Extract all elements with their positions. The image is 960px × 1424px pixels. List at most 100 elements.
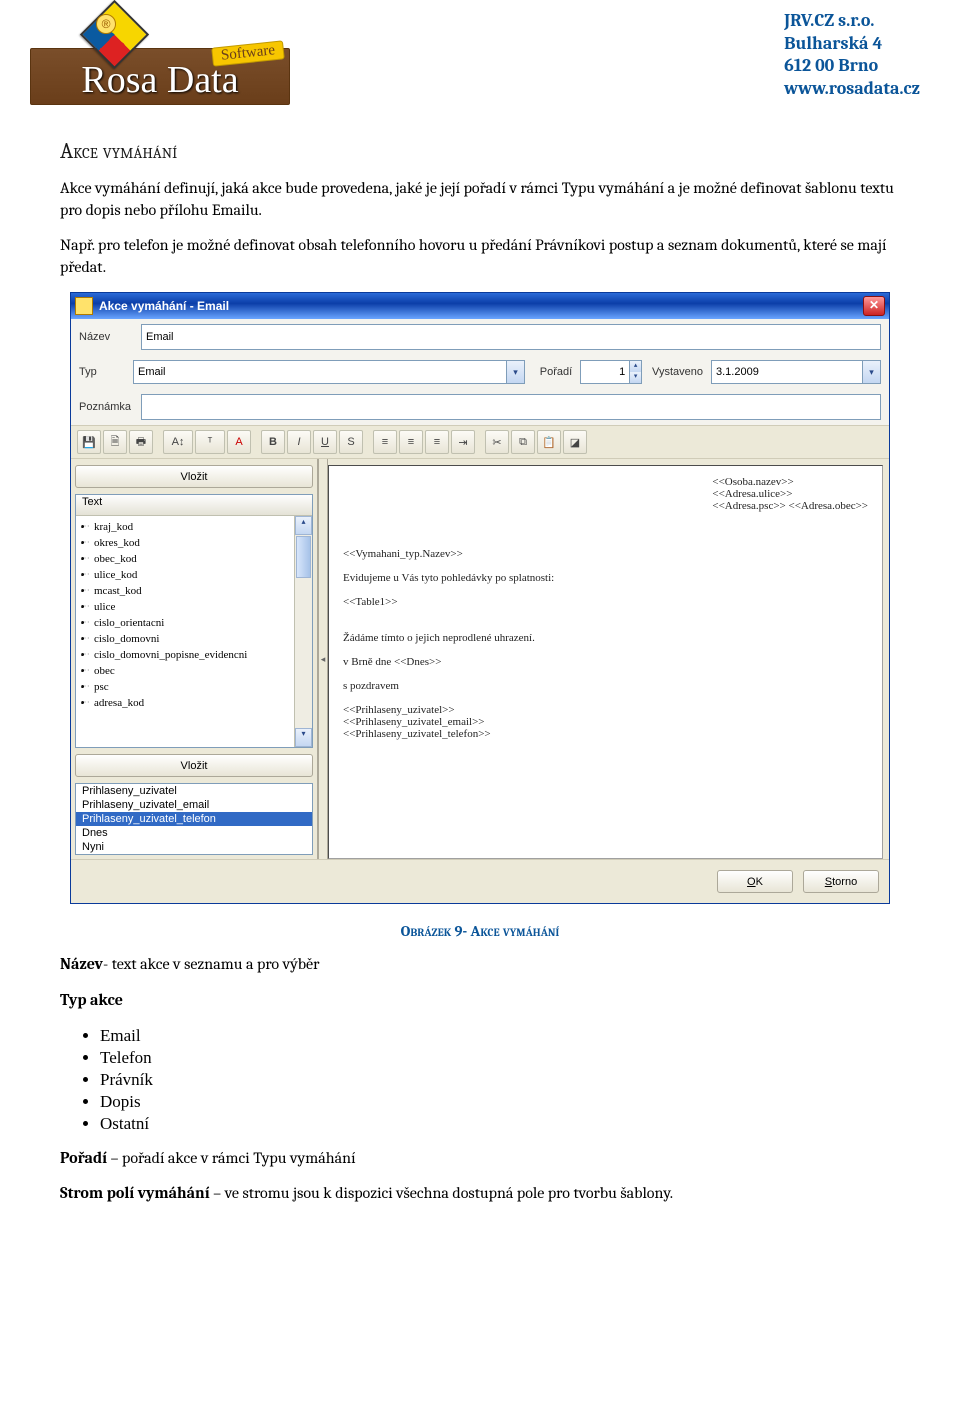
typ-select[interactable]: ▾ (133, 360, 525, 384)
save-icon[interactable]: 💾 (77, 430, 101, 454)
editor-text (343, 692, 868, 704)
def-strom: Strom polí vymáhání – ve stromu jsou k d… (60, 1183, 900, 1205)
italic-icon[interactable]: I (287, 430, 311, 454)
logo: Rosa Data ® Software (30, 10, 290, 110)
company-address: JRV.CZ s.r.o. Bulharská 4 612 00 Brno ww… (784, 10, 920, 100)
object-icon[interactable]: ◪ (563, 430, 587, 454)
editor-text: <<Adresa.psc>> <<Adresa.obec>> (712, 500, 868, 512)
bold-icon[interactable]: B (261, 430, 285, 454)
cancel-button[interactable]: Storno (803, 870, 879, 893)
window-title: Akce vymáhání - Email (99, 299, 229, 313)
vlozit-button-top[interactable]: Vložit (75, 465, 313, 488)
align-left-icon[interactable]: ≡ (373, 430, 397, 454)
page-heading: Akce vymáhání (60, 138, 900, 164)
print-icon[interactable]: 🖶 (129, 430, 153, 454)
editor-text: <<Adresa.ulice>> (712, 488, 868, 500)
editor-text (343, 608, 868, 620)
strike-icon[interactable]: S (339, 430, 363, 454)
editor-text (343, 668, 868, 680)
vlozit-button-bottom[interactable]: Vložit (75, 754, 313, 777)
underline-icon[interactable]: U (313, 430, 337, 454)
list-item[interactable]: Prihlaseny_uzivatel (76, 784, 312, 798)
titlebar-app-icon (75, 297, 93, 315)
list-item: Dopis (100, 1092, 900, 1112)
tree-item[interactable]: cislo_domovni (94, 632, 294, 646)
indent-icon[interactable]: ⇥ (451, 430, 475, 454)
label-vystaveno: Vystaveno (650, 366, 703, 378)
collapse-handle[interactable]: ◂ (318, 459, 328, 859)
ok-button[interactable]: OK (717, 870, 793, 893)
editor-text (343, 644, 868, 656)
scroll-down-icon[interactable]: ▾ (295, 728, 312, 747)
company-cityzip: 612 00 Brno (784, 55, 920, 78)
font-size-icon[interactable]: A↕ (163, 430, 193, 454)
list-item[interactable]: Prihlaseny_uzivatel_telefon (76, 812, 312, 826)
typ-akce-heading: Typ akce (60, 990, 900, 1012)
editor-text (343, 524, 868, 536)
list-item: Ostatní (100, 1114, 900, 1134)
tree-item[interactable]: obec (94, 664, 294, 678)
poradi-stepper[interactable]: ▴▾ (580, 360, 642, 384)
company-street: Bulharská 4 (784, 33, 920, 56)
list-item[interactable]: Nyni (76, 840, 312, 854)
editor-text (343, 584, 868, 596)
editor-text (343, 536, 868, 548)
company-web: www.rosadata.cz (784, 78, 920, 101)
def-nazev: Název- text akce v seznamu a pro výběr (60, 954, 900, 976)
template-editor[interactable]: <<Osoba.nazev>><<Adresa.ulice>><<Adresa.… (328, 465, 883, 859)
label-typ: Typ (79, 366, 125, 378)
tree-header[interactable]: Text (76, 495, 312, 516)
tree-item[interactable]: kraj_kod (94, 520, 294, 534)
tree-item[interactable]: cislo_domovni_popisne_evidencni (94, 648, 294, 662)
paste-icon[interactable]: 📋 (537, 430, 561, 454)
close-button[interactable]: ✕ (863, 296, 885, 316)
list-item[interactable]: Dnes (76, 826, 312, 840)
typ-value[interactable] (134, 361, 506, 383)
font-color-icon[interactable]: A (227, 430, 251, 454)
spin-up-icon[interactable]: ▴ (630, 361, 641, 372)
titlebar[interactable]: Akce vymáhání - Email ✕ (71, 293, 889, 319)
vystaveno-datepicker[interactable]: ▾ (711, 360, 881, 384)
paragraph-2: Např. pro telefon je možné definovat obs… (60, 235, 900, 278)
paragraph-1: Akce vymáhání definují, jaká akce bude p… (60, 178, 900, 221)
editor-text: s pozdravem (343, 680, 868, 692)
editor-text: <<Table1>> (343, 596, 868, 608)
tree-item[interactable]: ulice_kod (94, 568, 294, 582)
spin-down-icon[interactable]: ▾ (630, 372, 641, 383)
editor-text: v Brně dne <<Dnes>> (343, 656, 868, 668)
poznamka-input[interactable] (141, 394, 881, 420)
editor-text: <<Prihlaseny_uzivatel_email>> (343, 716, 868, 728)
tree-item[interactable]: mcast_kod (94, 584, 294, 598)
align-center-icon[interactable]: ≡ (399, 430, 423, 454)
font-style-icon[interactable]: ᵀ (195, 430, 225, 454)
cut-icon[interactable]: ✂ (485, 430, 509, 454)
vars-listbox[interactable]: Prihlaseny_uzivatelPrihlaseny_uzivatel_e… (75, 783, 313, 855)
new-icon[interactable]: 🗎 (103, 430, 127, 454)
scroll-up-icon[interactable]: ▴ (295, 516, 312, 535)
chevron-down-icon[interactable]: ▾ (506, 361, 524, 383)
list-item[interactable]: Prihlaseny_uzivatel_email (76, 798, 312, 812)
editor-text: Evidujeme u Vás tyto pohledávky po splat… (343, 572, 868, 584)
editor-text: <<Prihlaseny_uzivatel_telefon>> (343, 728, 868, 740)
vystaveno-value[interactable] (712, 361, 862, 383)
chevron-down-icon[interactable]: ▾ (862, 361, 880, 383)
align-right-icon[interactable]: ≡ (425, 430, 449, 454)
tree-scrollbar[interactable]: ▴ ▾ (294, 516, 312, 747)
nazev-input[interactable] (141, 324, 881, 350)
def-poradi: Pořadí – pořadí akce v rámci Typu vymáhá… (60, 1148, 900, 1170)
editor-text (343, 512, 868, 524)
registered-icon: ® (96, 14, 116, 34)
tree-item[interactable]: adresa_kod (94, 696, 294, 710)
list-item: Právník (100, 1070, 900, 1090)
typ-akce-list: EmailTelefonPrávníkDopisOstatní (100, 1026, 900, 1134)
company-name: JRV.CZ s.r.o. (784, 10, 920, 33)
tree-item[interactable]: cislo_orientacni (94, 616, 294, 630)
tree-item[interactable]: obec_kod (94, 552, 294, 566)
poradi-value[interactable] (581, 361, 629, 383)
tree-item[interactable]: okres_kod (94, 536, 294, 550)
tree-item[interactable]: ulice (94, 600, 294, 614)
tree-item[interactable]: psc (94, 680, 294, 694)
copy-icon[interactable]: ⧉ (511, 430, 535, 454)
scroll-thumb[interactable] (296, 536, 311, 578)
editor-toolbar: 💾🗎🖶A↕ᵀABIUS≡≡≡⇥✂⧉📋◪ (71, 425, 889, 459)
